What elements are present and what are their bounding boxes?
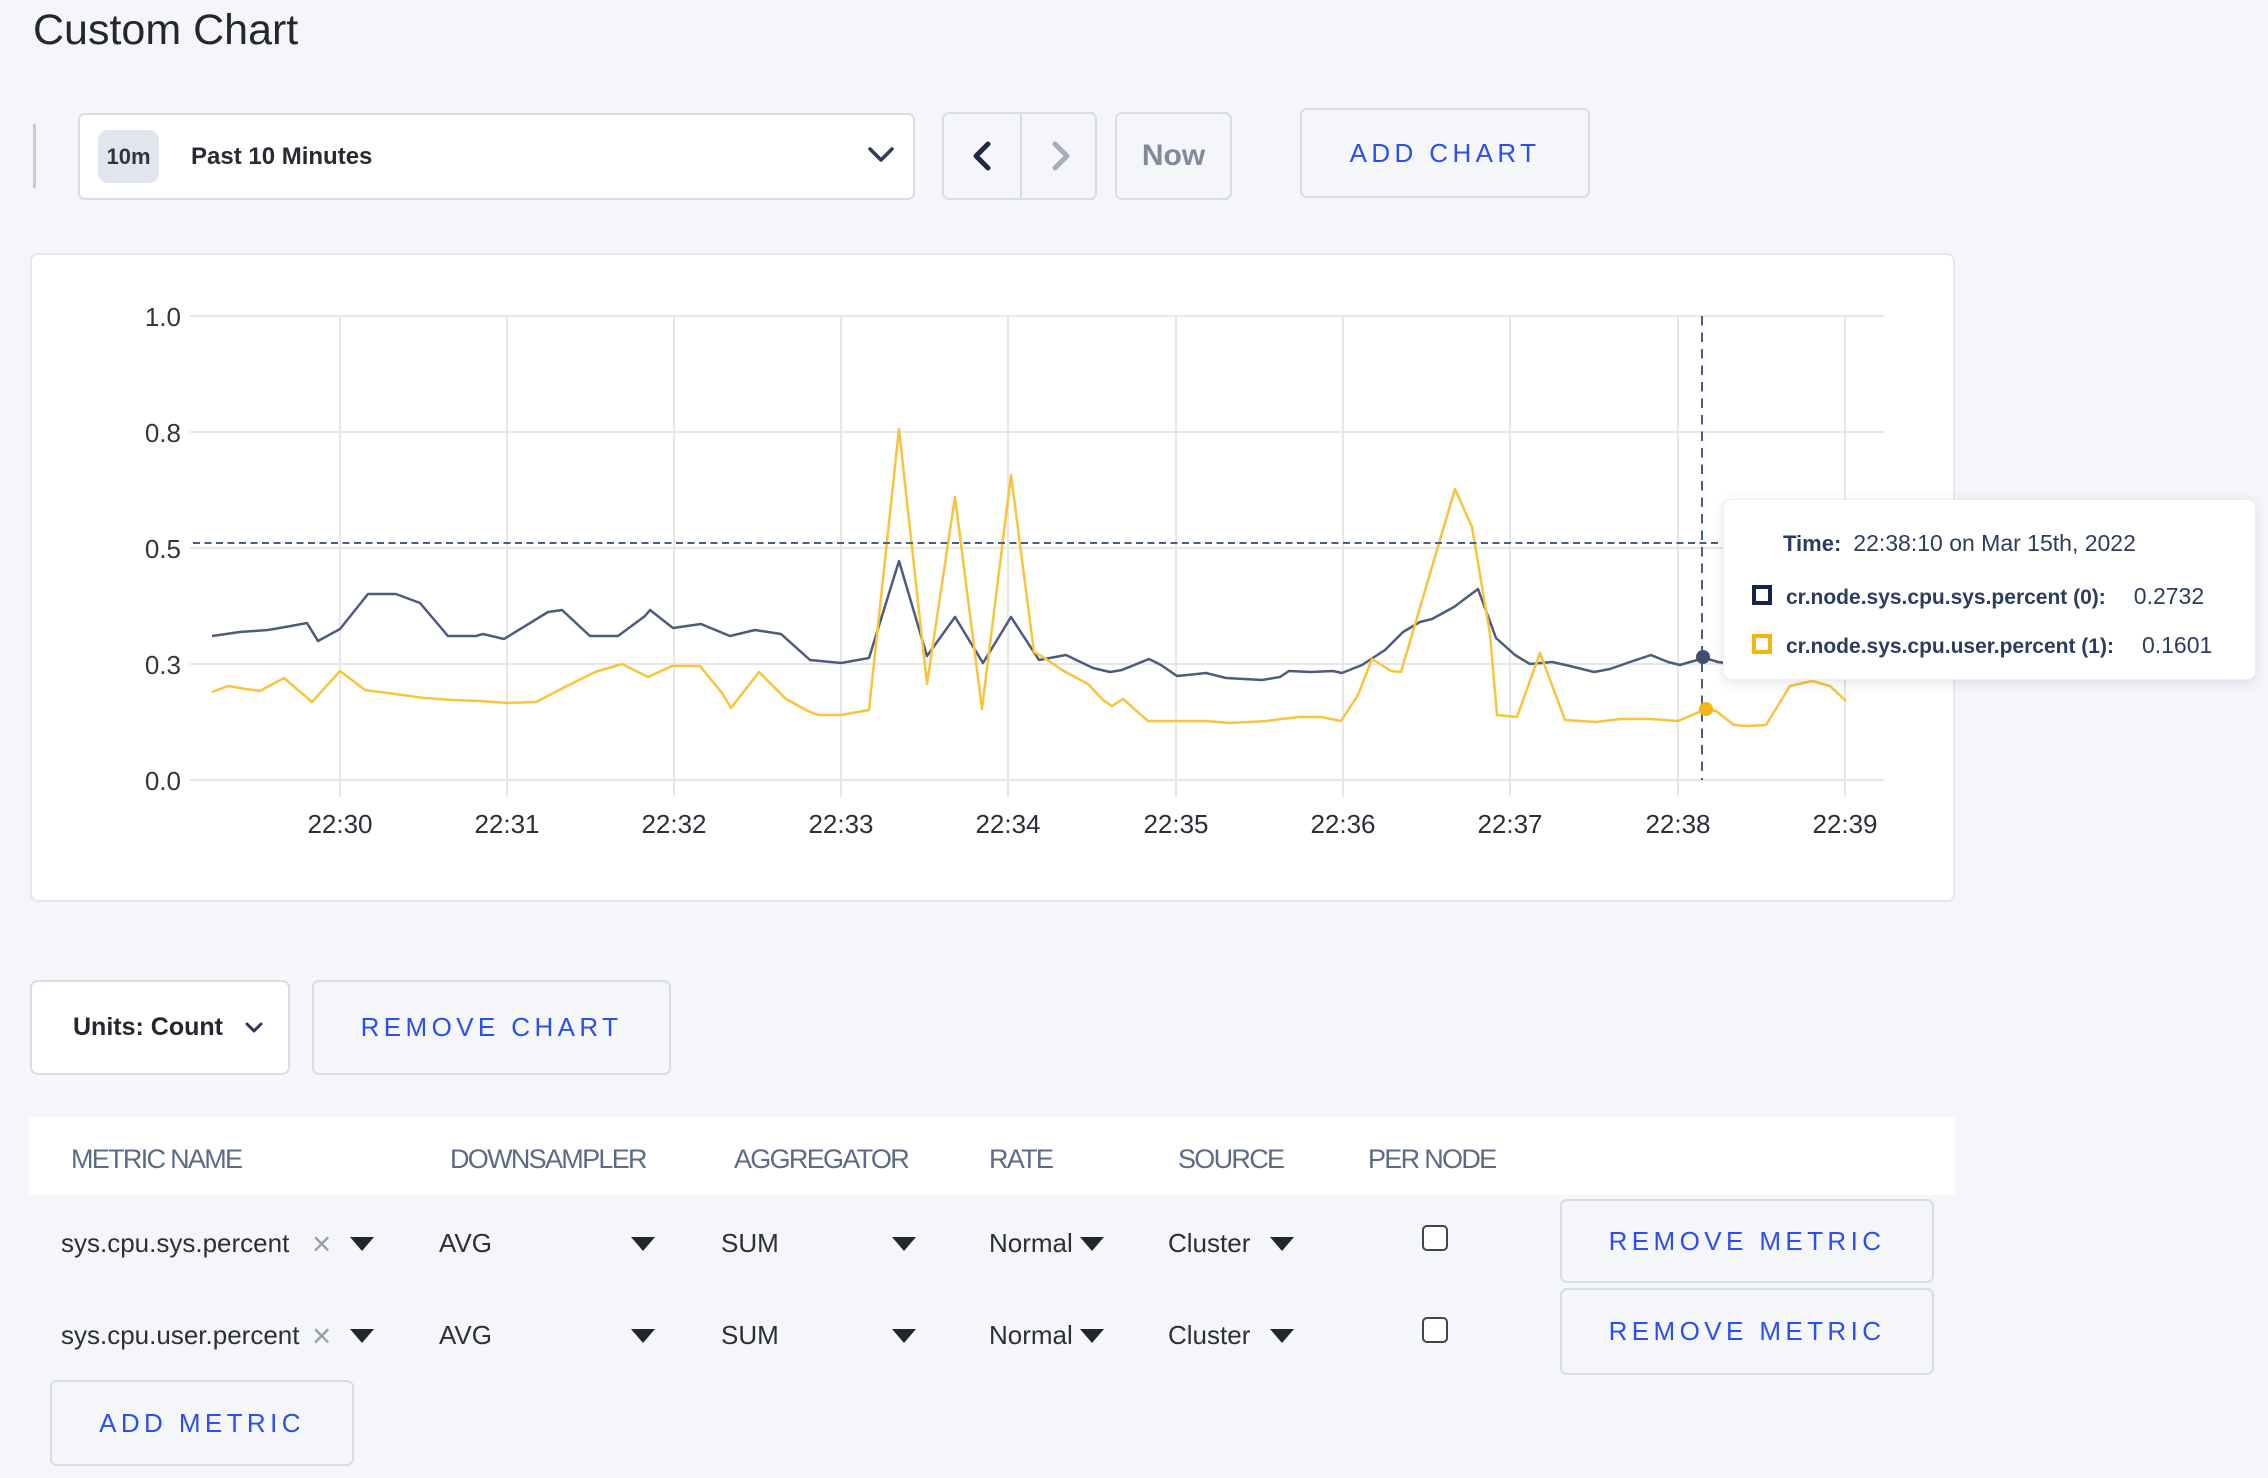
svg-text:22:32: 22:32 [641, 809, 706, 839]
svg-text:22:36: 22:36 [1310, 809, 1375, 839]
svg-text:22:31: 22:31 [474, 809, 539, 839]
svg-text:0.8: 0.8 [145, 418, 181, 448]
svg-text:0.3: 0.3 [145, 650, 181, 680]
svg-text:22:38: 22:38 [1645, 809, 1710, 839]
svg-text:22:34: 22:34 [975, 809, 1040, 839]
svg-text:22:39: 22:39 [1812, 809, 1877, 839]
svg-text:0.0: 0.0 [145, 766, 181, 796]
svg-text:22:37: 22:37 [1477, 809, 1542, 839]
svg-text:22:35: 22:35 [1143, 809, 1208, 839]
svg-text:22:30: 22:30 [307, 809, 372, 839]
svg-text:0.5: 0.5 [145, 534, 181, 564]
svg-text:1.0: 1.0 [145, 302, 181, 332]
svg-text:22:33: 22:33 [808, 809, 873, 839]
